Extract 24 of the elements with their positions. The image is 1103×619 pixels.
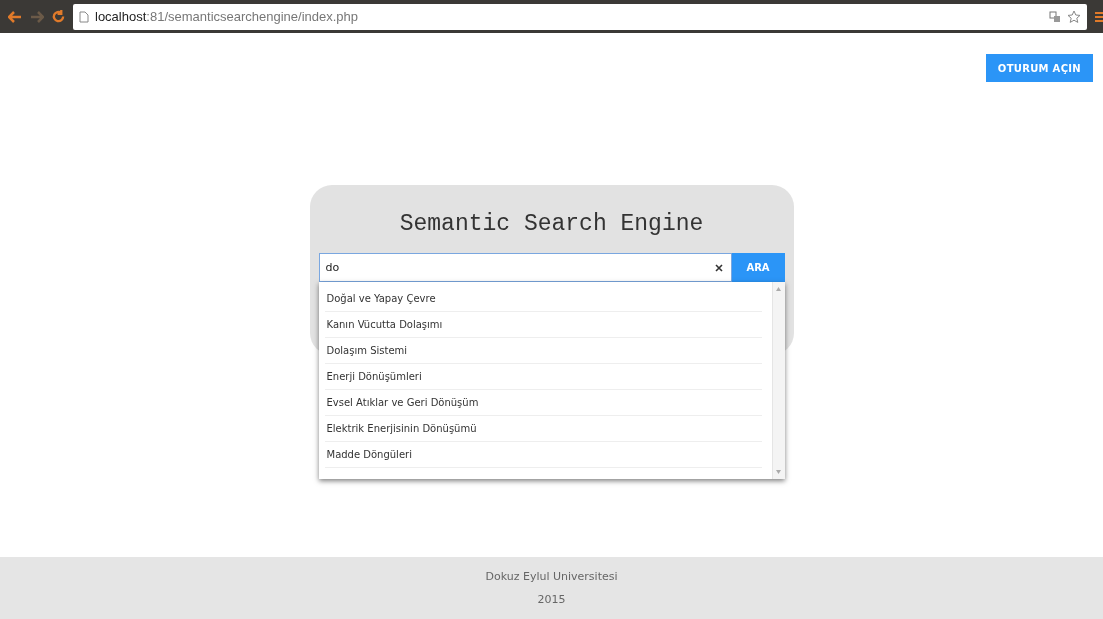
suggestion-item[interactable]: Kanın Vücutta Dolaşımı xyxy=(324,312,762,338)
reload-icon[interactable] xyxy=(52,10,65,23)
scroll-down-icon[interactable] xyxy=(776,470,781,474)
menu-icon[interactable] xyxy=(1095,9,1103,24)
search-field[interactable]: do xyxy=(318,253,732,282)
suggestion-item[interactable]: Dolaşım Sistemi xyxy=(324,338,762,364)
suggestion-item[interactable]: Madde Döngüleri xyxy=(324,442,762,468)
suggestion-item[interactable]: Doğal ve Yapay Çevre xyxy=(324,286,762,312)
suggestion-item[interactable]: Elektrik Enerjisinin Dönüşümü xyxy=(324,416,762,442)
translate-icon[interactable] xyxy=(1049,10,1061,23)
suggestion-item[interactable]: Evsel Atıklar ve Geri Dönüşüm xyxy=(324,390,762,416)
url-text: localhost:81/semanticsearchengine/index.php xyxy=(95,9,359,24)
page-icon xyxy=(79,10,89,23)
scroll-up-icon[interactable] xyxy=(776,287,781,291)
star-icon[interactable] xyxy=(1067,9,1081,24)
footer-text: Dokuz Eylul Universitesi xyxy=(485,570,618,583)
scrollbar[interactable] xyxy=(771,282,785,479)
back-arrow-icon[interactable] xyxy=(8,10,22,23)
page-title: Semantic Search Engine xyxy=(399,211,704,237)
forward-arrow-icon[interactable] xyxy=(30,10,44,23)
clear-icon[interactable] xyxy=(714,264,723,272)
suggestion-item[interactable]: Enerji Dönüşümleri xyxy=(324,364,762,390)
address-bar[interactable]: localhost:81/semanticsearchengine/index.php xyxy=(73,3,1087,30)
footer-text: 2015 xyxy=(537,593,566,606)
